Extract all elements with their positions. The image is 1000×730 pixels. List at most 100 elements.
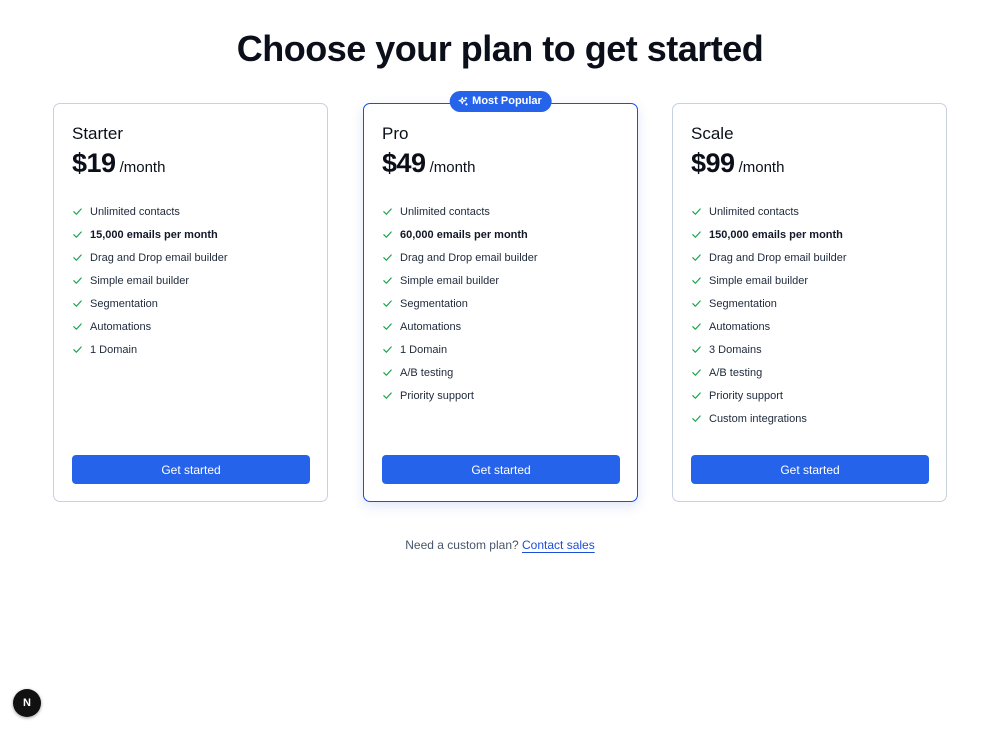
feature-item: Simple email builder [382,269,538,292]
most-popular-badge: Most Popular [449,91,552,112]
feature-item: Unlimited contacts [382,200,538,223]
feature-text: Priority support [400,389,474,402]
feature-item: 3 Domains [691,338,847,361]
plan-price: $49 [382,148,426,178]
feature-text: Simple email builder [709,274,809,287]
feature-list: Unlimited contacts 150,000 emails per mon… [691,200,847,430]
price-row: $99 /month [691,148,784,179]
feature-item: 1 Domain [72,338,228,361]
check-icon [382,275,393,286]
check-icon [382,298,393,309]
feature-item: Unlimited contacts [691,200,847,223]
feature-text: Priority support [709,389,783,402]
feature-item: Unlimited contacts [72,200,228,223]
plan-price: $19 [72,148,116,178]
plan-card-pro: Most Popular Pro $49 /month Unlimited co… [363,91,638,502]
check-icon [72,252,83,263]
badge-label: Most Popular [472,95,542,107]
feature-text: 150,000 emails per month [709,228,843,241]
check-icon [691,229,702,240]
check-icon [691,275,702,286]
feature-text: Automations [400,320,462,333]
feature-item: Segmentation [691,292,847,315]
check-icon [691,298,702,309]
feature-text: Simple email builder [400,274,500,287]
feature-item: Automations [382,315,538,338]
get-started-button-starter[interactable]: Get started [72,455,310,484]
price-row: $49 /month [382,148,475,179]
pricing-plans: Starter $19 /month Unlimited contacts 15,… [53,91,947,503]
custom-plan-note: Need a custom plan? Contact sales [0,538,1000,552]
custom-plan-prompt: Need a custom plan? [405,538,519,552]
check-icon [72,206,83,217]
check-icon [382,321,393,332]
plan-period: /month [738,159,785,176]
plan-period: /month [119,159,166,176]
feature-text: Segmentation [400,297,468,310]
feature-item: Automations [72,315,228,338]
plan-period: /month [429,159,476,176]
feature-item: Custom integrations [691,407,847,430]
check-icon [72,298,83,309]
feature-item: A/B testing [691,361,847,384]
feature-text: Drag and Drop email builder [400,251,538,264]
contact-sales-link[interactable]: Contact sales [522,538,595,552]
feature-text: A/B testing [400,366,454,379]
check-icon [382,206,393,217]
nextjs-logo-icon: N [23,697,31,709]
feature-text: 15,000 emails per month [90,228,218,241]
feature-list: Unlimited contacts 15,000 emails per mont… [72,200,228,361]
check-icon [72,344,83,355]
check-icon [382,390,393,401]
check-icon [691,321,702,332]
get-started-button-pro[interactable]: Get started [382,455,620,484]
feature-text: Unlimited contacts [90,205,180,218]
feature-list: Unlimited contacts 60,000 emails per mont… [382,200,538,407]
feature-item: Simple email builder [691,269,847,292]
price-row: $19 /month [72,148,165,179]
feature-text: Simple email builder [90,274,190,287]
feature-text: Drag and Drop email builder [90,251,228,264]
feature-text: 60,000 emails per month [400,228,528,241]
feature-item: 60,000 emails per month [382,223,538,246]
check-icon [691,390,702,401]
check-icon [382,252,393,263]
plan-name: Starter [72,124,124,143]
plan-price: $99 [691,148,735,178]
check-icon [691,367,702,378]
feature-text: Automations [709,320,771,333]
check-icon [691,252,702,263]
feature-item: Segmentation [382,292,538,315]
feature-text: Drag and Drop email builder [709,251,847,264]
feature-text: Unlimited contacts [709,205,799,218]
check-icon [382,344,393,355]
plan-name: Scale [691,124,734,143]
feature-text: Segmentation [90,297,158,310]
check-icon [72,321,83,332]
feature-text: 3 Domains [709,343,762,356]
feature-text: A/B testing [709,366,763,379]
page-title: Choose your plan to get started [236,28,764,69]
get-started-button-scale[interactable]: Get started [691,455,929,484]
feature-text: Unlimited contacts [400,205,490,218]
check-icon [382,229,393,240]
check-icon [691,413,702,424]
feature-item: Simple email builder [72,269,228,292]
plan-card-starter: Starter $19 /month Unlimited contacts 15,… [53,103,328,502]
feature-item: 150,000 emails per month [691,223,847,246]
pricing-page: Choose your plan to get started Starter … [0,0,1000,730]
feature-item: Drag and Drop email builder [382,246,538,269]
feature-item: Priority support [691,384,847,407]
feature-item: Priority support [382,384,538,407]
feature-text: 1 Domain [400,343,448,356]
feature-item: 15,000 emails per month [72,223,228,246]
feature-item: Drag and Drop email builder [691,246,847,269]
feature-text: Automations [90,320,152,333]
check-icon [72,229,83,240]
check-icon [691,344,702,355]
plan-name: Pro [382,124,409,143]
feature-item: Segmentation [72,292,228,315]
feature-text: Segmentation [709,297,777,310]
check-icon [382,367,393,378]
nextjs-dev-indicator[interactable]: N [13,689,41,717]
